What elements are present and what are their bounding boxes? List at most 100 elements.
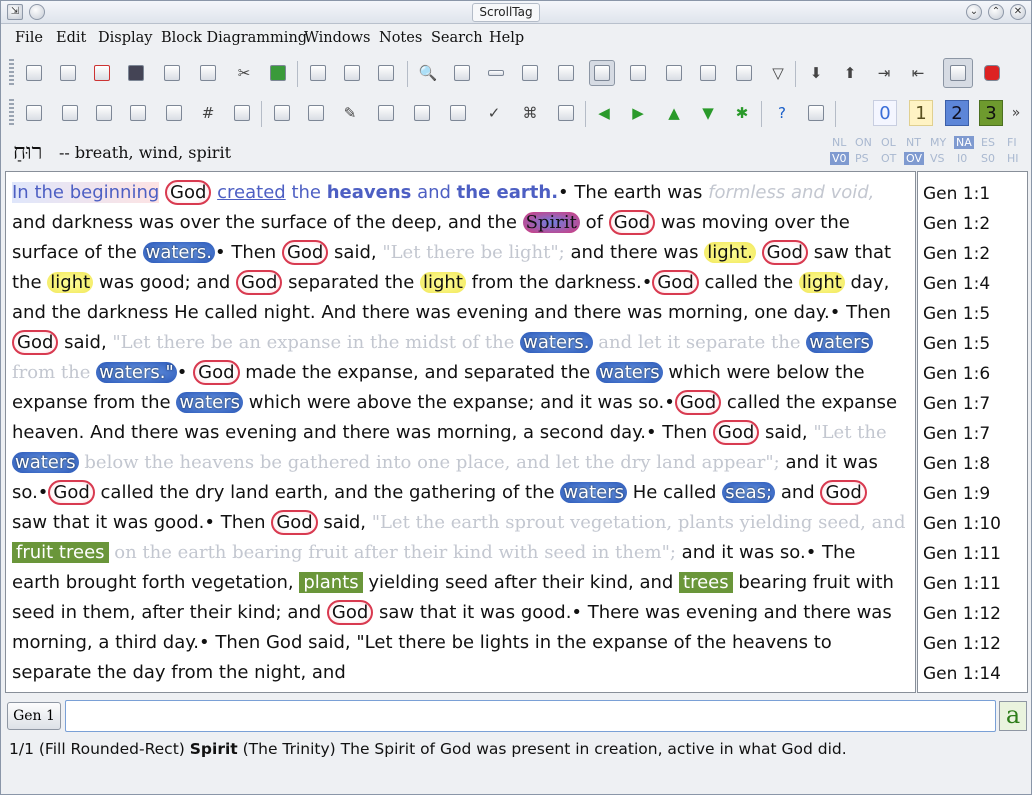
tag-god[interactable]: God [608,210,656,235]
line-icon[interactable] [483,60,509,86]
tag-god[interactable]: God [48,480,95,505]
text-span[interactable]: • Then [215,242,282,263]
move-up-icon[interactable]: ⬆ [837,60,863,86]
tag-waters[interactable]: waters [560,482,627,503]
tag-trees[interactable]: trees [679,572,733,593]
tag-mode-icon[interactable] [589,60,615,86]
duplicate-icon[interactable] [373,60,399,86]
sticky-icon[interactable] [29,4,45,20]
text-span[interactable]: separated the [282,272,420,293]
text-span[interactable]: and [775,482,820,503]
text-span[interactable]: "Let the earth [372,512,500,533]
tag-god[interactable]: God [281,240,329,265]
text-span[interactable]: of [580,212,609,233]
level-3-button[interactable]: 3 [979,100,1003,126]
tag-god[interactable]: God [271,510,318,535]
toolbar-grip[interactable] [9,99,14,127]
print-preview-icon[interactable] [55,60,81,86]
version-hi[interactable]: HI [1007,152,1019,165]
menu-notes[interactable]: Notes [379,30,422,46]
tag-god[interactable]: God [652,270,699,295]
scripture-text[interactable]: In the beginning God created the heavens… [12,178,907,688]
tag-light[interactable]: light [798,272,845,293]
text-span[interactable]: • The earth was [558,182,708,203]
menu-windows[interactable]: Windows [304,30,371,46]
text-span[interactable]: heavens [327,182,412,203]
tag-waters[interactable]: waters [806,332,873,353]
pencil-icon[interactable]: ✎ [337,100,363,126]
text-span[interactable]: and there was [565,242,705,263]
tag-god[interactable]: God [12,330,59,355]
ref-item[interactable]: Gen 1:1 [923,184,990,204]
text-span[interactable]: from the darkness.• [466,272,653,293]
version-ov[interactable]: OV [904,152,924,165]
text-span[interactable]: said, [318,512,372,533]
pdf-icon[interactable] [89,60,115,86]
arrow-down-icon[interactable]: ▼ [695,100,721,126]
text-span[interactable]: kind with seed in them"; [453,542,676,563]
text-span[interactable]: formless and [708,182,825,203]
table-icon[interactable] [159,60,185,86]
version-nt[interactable]: NT [906,136,921,149]
annotate-button[interactable]: a [999,701,1027,731]
toolbar-overflow-icon[interactable]: » [1009,100,1023,126]
text-span[interactable]: yielding [363,572,439,593]
ref-item[interactable]: Gen 1:2 [923,244,990,264]
text-span[interactable]: on the earth bearing fruit after their [109,542,447,563]
version-es[interactable]: ES [981,136,995,149]
text-span[interactable]: was good; and [93,272,236,293]
ref-item[interactable]: Gen 1:5 [923,304,990,324]
tag-light[interactable]: light [47,272,94,293]
text-span[interactable]: called the [704,272,798,293]
tag-god[interactable]: God [236,270,283,295]
tag-list-icon[interactable] [409,100,435,126]
tag-god[interactable]: God [761,240,808,265]
level-1-button[interactable]: 1 [909,100,933,126]
indent-icon[interactable]: ⇥ [871,60,897,86]
version-nl[interactable]: NL [832,136,846,149]
edit-tool-icon[interactable] [195,60,221,86]
quit-icon[interactable] [979,60,1005,86]
outdent-icon[interactable]: ⇤ [905,60,931,86]
toolbar-grip[interactable] [9,59,14,87]
text-span[interactable]: and let it separate the [598,332,800,353]
text-span[interactable]: from the [12,362,90,383]
menu-edit[interactable]: Edit [56,30,86,46]
reference-list[interactable]: Gen 1:1 Gen 1:2 Gen 1:2 Gen 1:4 Gen 1:5 … [917,171,1028,693]
text-span[interactable]: was moving [655,212,769,233]
ref-item[interactable]: Gen 1:8 [923,454,990,474]
tag-seas[interactable]: seas; [722,482,776,503]
text-span[interactable]: seed after their kind, and [445,572,679,593]
grid-view-icon[interactable] [125,100,151,126]
ref-item[interactable]: Gen 1:14 [923,664,1001,684]
tag-light[interactable]: light [420,272,466,293]
arrow-left-icon[interactable]: ◀ [591,100,617,126]
level-2-button[interactable]: 2 [945,100,969,126]
text-span[interactable]: saw [373,602,414,623]
tag-god[interactable]: God [165,180,212,205]
star-icon[interactable]: ✱ [729,100,755,126]
ok-icon[interactable]: ✓ [481,100,507,126]
version-na[interactable]: NA [954,136,974,149]
text-span[interactable]: "Let the [813,422,886,443]
ref-item[interactable]: Gen 1:11 [923,574,1001,594]
trash-icon[interactable] [373,100,399,126]
text-span[interactable]: made the expanse, and separated the [240,362,590,383]
command-input[interactable] [65,700,996,732]
book-chapter-button[interactable]: Gen 1 [7,702,61,730]
alpha-list-icon[interactable] [661,60,687,86]
arrow-right-icon[interactable]: ▶ [625,100,651,126]
tools-icon[interactable]: ✂ [231,60,257,86]
numbered-list-icon[interactable] [625,60,651,86]
menu-file[interactable]: File [15,30,43,46]
note-icon[interactable] [553,60,579,86]
ref-item[interactable]: Gen 1:9 [923,484,990,504]
tree-icon[interactable]: ⌘ [517,100,543,126]
text-span[interactable]: the earth. [457,182,558,203]
text-span[interactable]: sprout vegetation, plants yielding seed,… [505,512,905,533]
frame-icon[interactable] [57,100,83,126]
menu-block-diagramming[interactable]: Block Diagramming [161,30,307,46]
tag-light[interactable]: light. [704,242,756,263]
level-0-button[interactable]: 0 [873,100,897,126]
text-span[interactable]: the [286,182,327,203]
